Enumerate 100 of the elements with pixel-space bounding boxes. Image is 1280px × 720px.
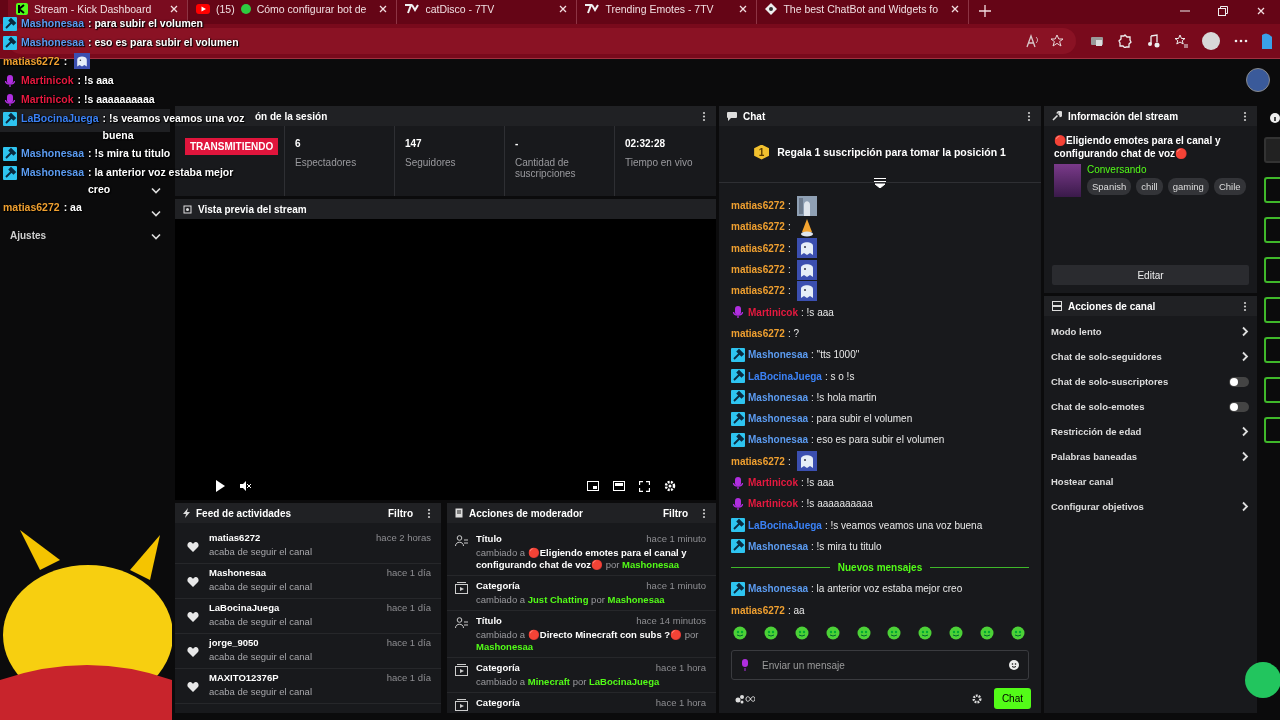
- channel-action[interactable]: Chat de solo-suscriptores: [1044, 369, 1257, 394]
- username[interactable]: matias6272: [731, 327, 785, 339]
- emoji-icon[interactable]: [1009, 660, 1019, 670]
- username[interactable]: Martinicok: [21, 72, 74, 89]
- username[interactable]: Martinicok: [21, 91, 74, 108]
- emote-icon[interactable]: [949, 626, 964, 640]
- username[interactable]: matias6272: [731, 200, 785, 212]
- send-button[interactable]: Chat: [993, 688, 1031, 709]
- username[interactable]: matias6272: [3, 199, 60, 216]
- new-tab-icon[interactable]: [979, 5, 992, 17]
- favorite-star-icon[interactable]: [1050, 34, 1065, 48]
- channel-action[interactable]: Configurar objetivos: [1044, 494, 1257, 519]
- more-icon[interactable]: [1234, 39, 1248, 43]
- more-options-icon[interactable]: [702, 110, 706, 122]
- close-icon[interactable]: [738, 4, 749, 14]
- channel-action[interactable]: Modo lento: [1044, 319, 1257, 344]
- close-icon[interactable]: [169, 4, 179, 14]
- close-icon[interactable]: [950, 4, 961, 14]
- address-field[interactable]: [8, 28, 1077, 54]
- tag[interactable]: gaming: [1167, 178, 1209, 195]
- emote-icon[interactable]: [825, 626, 840, 640]
- channel-action[interactable]: Palabras baneadas: [1044, 444, 1257, 469]
- read-aloud-icon[interactable]: [1026, 34, 1041, 48]
- more-options-icon[interactable]: [1027, 110, 1031, 122]
- profile-avatar[interactable]: [1202, 32, 1220, 50]
- username[interactable]: Mashonesaa: [748, 540, 809, 552]
- username[interactable]: LaBocinaJuega: [748, 519, 822, 531]
- shortcut-button[interactable]: [1264, 177, 1280, 203]
- settings-icon[interactable]: [971, 693, 982, 704]
- emote-icon[interactable]: [980, 626, 994, 640]
- shortcut-button[interactable]: [1264, 217, 1280, 243]
- channel-action[interactable]: Restricción de edad: [1044, 419, 1257, 444]
- filter-button[interactable]: Filtro: [388, 507, 413, 519]
- username[interactable]: Mashonesaa: [21, 145, 85, 162]
- more-options-icon[interactable]: [1243, 110, 1247, 122]
- username[interactable]: Martinicok: [748, 477, 798, 488]
- username[interactable]: Mashonesaa: [748, 434, 809, 446]
- shortcut-button[interactable]: [1264, 377, 1280, 403]
- username[interactable]: Martinicok: [748, 306, 798, 318]
- close-icon[interactable]: [558, 4, 569, 14]
- username[interactable]: Mashonesaa: [748, 413, 809, 425]
- picture-in-picture-icon[interactable]: [587, 481, 599, 491]
- user-link[interactable]: LaBocinaJuega: [589, 676, 660, 687]
- emote-icon[interactable]: [918, 626, 933, 640]
- sidebar-item[interactable]: Ajustes: [0, 224, 172, 247]
- music-icon[interactable]: [1146, 34, 1161, 48]
- chat-bubble-button[interactable]: [1245, 662, 1280, 698]
- more-options-icon[interactable]: [427, 507, 431, 519]
- user-link[interactable]: Mashonesaa: [476, 641, 534, 652]
- username[interactable]: matias6272: [731, 285, 785, 297]
- scroll-down-icon[interactable]: [874, 178, 886, 188]
- emote-icon[interactable]: [1010, 626, 1025, 640]
- category-link[interactable]: Conversando: [1087, 164, 1246, 175]
- theater-mode-icon[interactable]: [613, 481, 625, 491]
- emote-icon[interactable]: [887, 626, 902, 640]
- category-link[interactable]: Just Chatting: [527, 594, 589, 605]
- restore-icon[interactable]: [1218, 6, 1228, 16]
- message-input[interactable]: Enviar un mensaje: [731, 650, 1029, 680]
- mute-icon[interactable]: [239, 480, 251, 492]
- user-link[interactable]: Mashonesaa: [607, 594, 665, 605]
- fullscreen-icon[interactable]: [639, 480, 650, 492]
- close-icon[interactable]: [1256, 6, 1266, 16]
- info-icon[interactable]: [1270, 113, 1280, 123]
- shortcut-button[interactable]: [1264, 297, 1280, 323]
- username[interactable]: LaBocinaJuega: [748, 370, 822, 382]
- channel-action[interactable]: Hostear canal: [1044, 469, 1257, 494]
- username[interactable]: Mashonesaa: [21, 164, 85, 181]
- emote-icon[interactable]: [763, 626, 778, 640]
- user-avatar[interactable]: [1246, 68, 1270, 92]
- emote-icon[interactable]: [794, 626, 809, 640]
- filter-button[interactable]: Filtro: [663, 507, 688, 519]
- category-link[interactable]: Minecraft: [527, 676, 570, 687]
- more-options-icon[interactable]: [1243, 300, 1247, 312]
- username[interactable]: Mashonesaa: [748, 349, 809, 361]
- username[interactable]: Martinicok: [748, 498, 798, 510]
- tag[interactable]: Spanish: [1087, 178, 1132, 195]
- tag[interactable]: Chile: [1213, 178, 1246, 195]
- username[interactable]: LaBocinaJuega: [21, 110, 99, 127]
- shortcut-button[interactable]: [1264, 257, 1280, 283]
- username[interactable]: matias6272: [731, 221, 785, 233]
- shortcut-button[interactable]: [1264, 417, 1280, 443]
- tag[interactable]: chill: [1136, 178, 1163, 195]
- username[interactable]: matias6272: [731, 242, 785, 254]
- emote-icon[interactable]: [733, 626, 747, 640]
- close-icon[interactable]: [378, 4, 389, 14]
- channel-action[interactable]: Chat de solo-seguidores: [1044, 344, 1257, 369]
- favorites-icon[interactable]: [1174, 34, 1189, 48]
- toggle-switch[interactable]: [1229, 376, 1249, 387]
- more-options-icon[interactable]: [702, 507, 706, 519]
- user-link[interactable]: Mashonesaa: [622, 559, 680, 570]
- toggle-switch[interactable]: [1229, 401, 1249, 412]
- copilot-icon[interactable]: [1262, 33, 1272, 49]
- emote-icon[interactable]: [856, 626, 871, 640]
- username[interactable]: matias6272: [731, 604, 785, 616]
- edit-button[interactable]: Editar: [1052, 265, 1249, 285]
- channel-action[interactable]: Chat de solo-emotes: [1044, 394, 1257, 419]
- username[interactable]: matias6272: [731, 264, 785, 276]
- play-icon[interactable]: [215, 480, 225, 492]
- screen-icon[interactable]: [1090, 34, 1105, 48]
- shortcut-button[interactable]: [1264, 337, 1280, 363]
